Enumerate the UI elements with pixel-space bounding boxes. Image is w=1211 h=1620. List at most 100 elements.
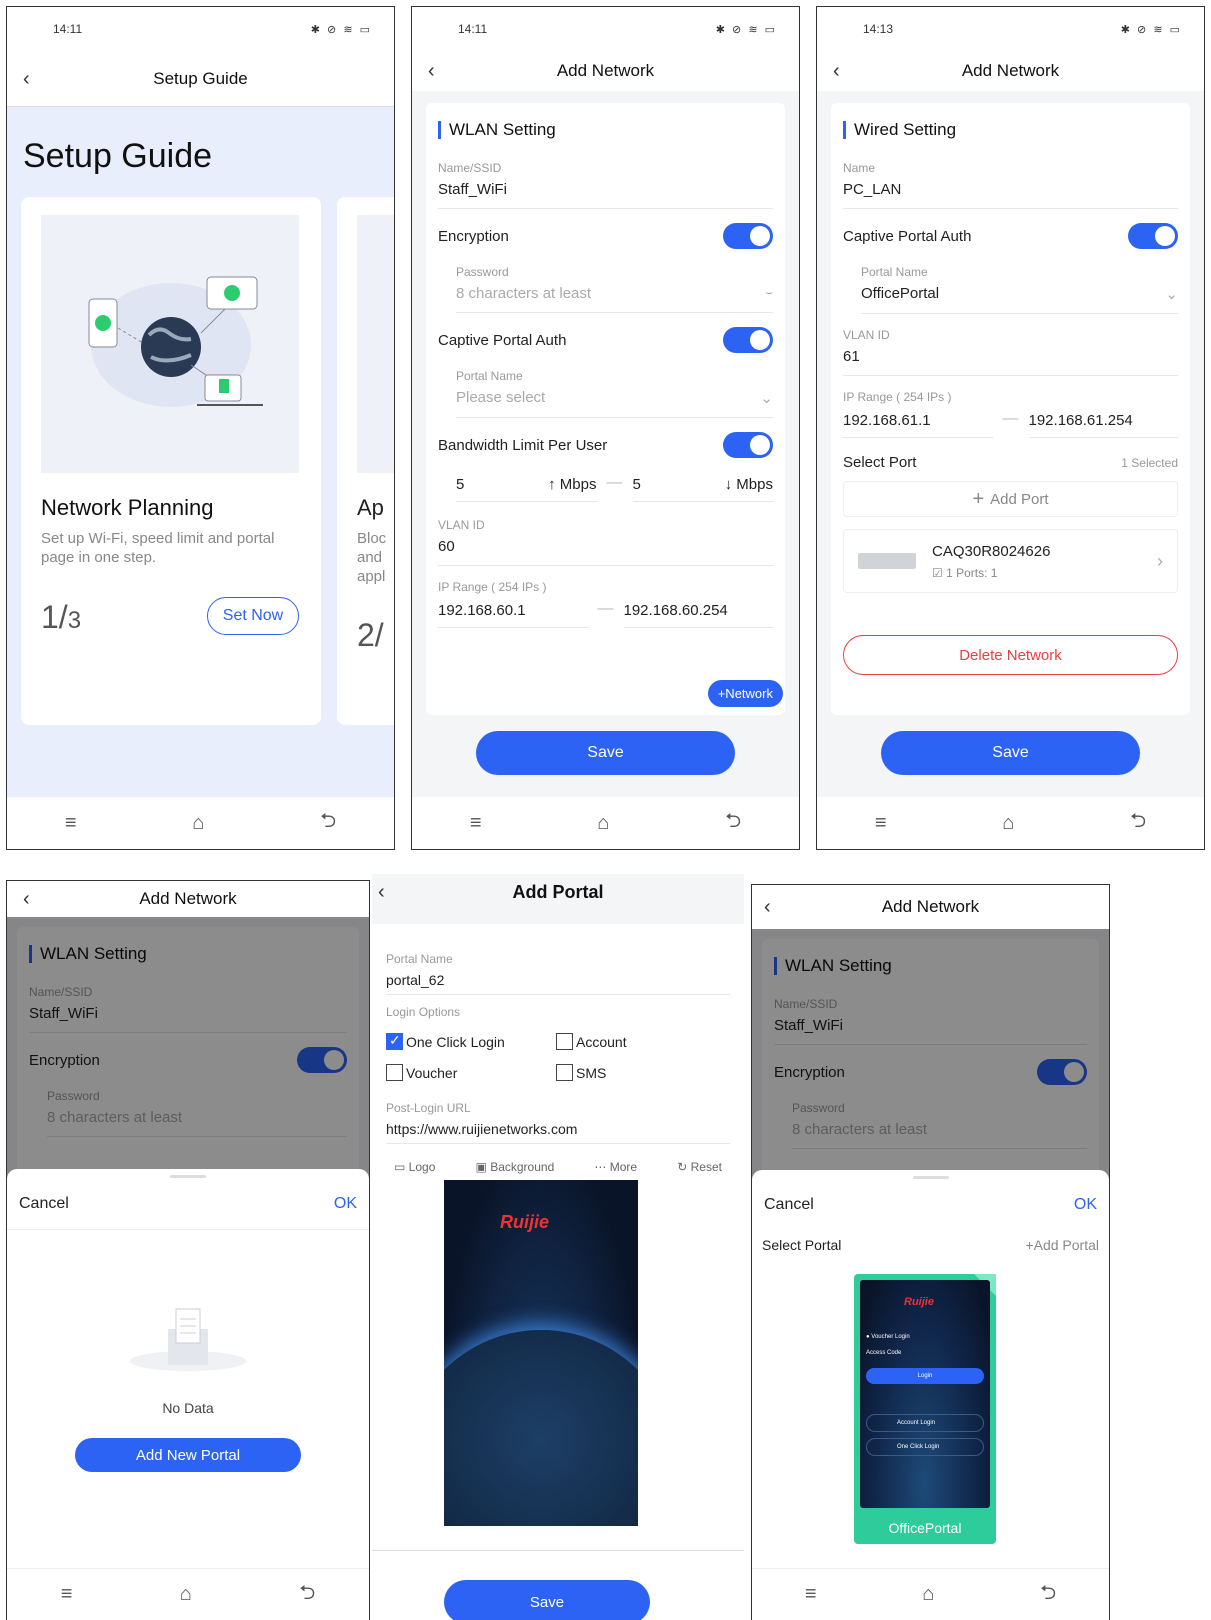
back-arrow-icon[interactable]: ‹ bbox=[23, 51, 30, 107]
back-arrow-icon[interactable]: ‹ bbox=[23, 881, 30, 917]
ok-button[interactable]: OK bbox=[1074, 1196, 1097, 1214]
portal-select[interactable]: OfficePortal ⌄ bbox=[861, 285, 1178, 314]
bandwidth-range: 5 ↑ Mbps — 5 ↓ Mbps bbox=[438, 474, 773, 502]
ip-start-field[interactable]: 192.168.60.1 bbox=[438, 602, 588, 628]
account-option[interactable]: Account bbox=[556, 1033, 726, 1050]
dim-overlay[interactable] bbox=[7, 917, 369, 1191]
password-label: Password bbox=[456, 265, 509, 279]
add-new-portal-button[interactable]: Add New Portal bbox=[75, 1438, 301, 1472]
status-bar: 14:11 ✱ ⊘ ≋ ▭ bbox=[7, 7, 394, 51]
select-port-label: Select Port bbox=[843, 454, 917, 471]
back-icon[interactable]: ⮌ bbox=[1130, 806, 1146, 840]
portal-name-field[interactable]: portal_62 bbox=[386, 972, 730, 995]
delete-network-button[interactable]: Delete Network bbox=[843, 635, 1178, 675]
home-icon[interactable]: ⌂ bbox=[180, 1583, 192, 1606]
menu-icon[interactable]: ≡ bbox=[65, 812, 77, 835]
ssid-label: Name/SSID bbox=[438, 161, 502, 175]
logo-tool[interactable]: ▭ Logo bbox=[394, 1160, 435, 1174]
vlan-field[interactable]: 60 bbox=[438, 538, 773, 566]
back-arrow-icon[interactable]: ‹ bbox=[378, 874, 385, 910]
back-icon[interactable]: ⮌ bbox=[299, 1578, 315, 1612]
header: ‹ Add Network bbox=[412, 51, 799, 91]
access-code-label: Access Code bbox=[866, 1350, 902, 1356]
background-tool[interactable]: ▣ Background bbox=[476, 1160, 555, 1174]
ssid-field[interactable]: Staff_WiFi bbox=[438, 181, 773, 209]
vlan-label: VLAN ID bbox=[843, 328, 890, 342]
home-icon[interactable]: ⌂ bbox=[1002, 812, 1014, 835]
save-button[interactable]: Save bbox=[476, 731, 735, 775]
save-button[interactable]: Save bbox=[444, 1580, 650, 1620]
network-planning-card[interactable]: Network Planning Set up Wi-Fi, speed lim… bbox=[21, 197, 321, 725]
next-card-peek[interactable]: Ap Bloc and appl 2/ bbox=[337, 197, 394, 725]
encryption-label: Encryption bbox=[438, 227, 509, 245]
captive-portal-label: Captive Portal Auth bbox=[843, 227, 972, 245]
home-icon[interactable]: ⌂ bbox=[922, 1583, 934, 1606]
portal-picker-sheet: Cancel OK No Data Add New Portal bbox=[7, 1169, 369, 1620]
home-icon[interactable]: ⌂ bbox=[192, 812, 204, 835]
download-limit-field[interactable]: 5 ↓ Mbps bbox=[632, 476, 773, 502]
checkbox-checked-icon[interactable] bbox=[386, 1032, 403, 1050]
ok-button[interactable]: OK bbox=[334, 1195, 357, 1213]
dim-overlay[interactable] bbox=[752, 929, 1109, 1185]
system-nav-bar: ≡ ⌂ ⮌ bbox=[817, 797, 1204, 849]
add-network-button[interactable]: +Network bbox=[707, 680, 783, 707]
ip-end-field[interactable]: 192.168.61.254 bbox=[1028, 412, 1178, 438]
back-icon[interactable]: ⮌ bbox=[320, 806, 336, 840]
home-icon[interactable]: ⌂ bbox=[597, 812, 609, 835]
status-icons: ✱ ⊘ ≋ ▭ bbox=[310, 23, 372, 36]
portal-select[interactable]: Please select ⌄ bbox=[456, 389, 773, 418]
back-arrow-icon[interactable]: ‹ bbox=[764, 885, 771, 929]
option-label: Voucher bbox=[406, 1065, 458, 1081]
reset-tool[interactable]: ↻ Reset bbox=[677, 1160, 722, 1174]
back-arrow-icon[interactable]: ‹ bbox=[833, 51, 840, 91]
eye-closed-icon[interactable]: ⌣ bbox=[765, 285, 773, 302]
sheet-header: Cancel OK bbox=[752, 1179, 1109, 1231]
portal-card-officeportal[interactable]: Ruijie ● Voucher Login Access Code Login… bbox=[854, 1274, 996, 1544]
more-tool[interactable]: ⋯ More bbox=[594, 1160, 637, 1174]
captive-portal-label: Captive Portal Auth bbox=[438, 331, 567, 349]
name-field[interactable]: PC_LAN bbox=[843, 181, 1178, 209]
portal-value: OfficePortal bbox=[861, 285, 940, 302]
chevron-down-icon: ⌄ bbox=[760, 390, 773, 407]
ip-range: 192.168.60.1 — 192.168.60.254 bbox=[438, 600, 773, 628]
captive-portal-toggle[interactable] bbox=[723, 327, 773, 353]
upload-limit-field[interactable]: 5 ↑ Mbps bbox=[456, 476, 597, 502]
add-portal-link[interactable]: +Add Portal bbox=[1025, 1237, 1099, 1253]
back-arrow-icon[interactable]: ‹ bbox=[428, 51, 435, 91]
captive-portal-toggle[interactable] bbox=[1128, 223, 1178, 249]
menu-icon[interactable]: ≡ bbox=[875, 812, 887, 835]
checkbox-icon[interactable] bbox=[386, 1064, 403, 1081]
checkbox-icon[interactable] bbox=[556, 1064, 573, 1081]
cancel-button[interactable]: Cancel bbox=[764, 1196, 814, 1214]
menu-icon[interactable]: ≡ bbox=[470, 812, 482, 835]
back-icon[interactable]: ⮌ bbox=[1040, 1578, 1056, 1612]
bandwidth-toggle[interactable] bbox=[723, 432, 773, 458]
menu-icon[interactable]: ≡ bbox=[805, 1583, 817, 1606]
one-click-login-option[interactable]: One Click Login bbox=[386, 1032, 556, 1050]
password-field[interactable]: 8 characters at least ⌣ bbox=[456, 285, 773, 313]
device-item[interactable]: CAQ30R8024626 ☑ 1 Ports: 1 › bbox=[843, 529, 1178, 593]
bandwidth-label: Bandwidth Limit Per User bbox=[438, 436, 608, 454]
save-button[interactable]: Save bbox=[881, 731, 1140, 775]
voucher-option[interactable]: Voucher bbox=[386, 1064, 556, 1081]
select-portal-row: Select Portal +Add Portal bbox=[752, 1237, 1109, 1253]
option-label: Account bbox=[576, 1034, 627, 1050]
tool-label: Logo bbox=[408, 1160, 436, 1174]
login-options: One Click Login Account Voucher SMS bbox=[386, 1032, 730, 1081]
header: ‹ Add Network bbox=[7, 881, 369, 917]
encryption-toggle[interactable] bbox=[723, 223, 773, 249]
checkbox-icon[interactable] bbox=[556, 1033, 573, 1050]
cancel-button[interactable]: Cancel bbox=[19, 1195, 69, 1213]
header: ‹ Add Portal bbox=[372, 874, 744, 924]
ip-end-field[interactable]: 192.168.60.254 bbox=[623, 602, 773, 628]
ip-start-field[interactable]: 192.168.61.1 bbox=[843, 412, 993, 438]
post-login-url-field[interactable]: https://www.ruijienetworks.com bbox=[386, 1121, 730, 1144]
section-title: Wired Setting bbox=[843, 121, 1178, 139]
menu-icon[interactable]: ≡ bbox=[61, 1583, 73, 1606]
vlan-field[interactable]: 61 bbox=[843, 348, 1178, 376]
ip-range-label: IP Range ( 254 IPs ) bbox=[843, 390, 952, 404]
back-icon[interactable]: ⮌ bbox=[725, 806, 741, 840]
sms-option[interactable]: SMS bbox=[556, 1064, 726, 1081]
set-now-button[interactable]: Set Now bbox=[207, 597, 299, 635]
add-port-button[interactable]: + Add Port bbox=[843, 481, 1178, 517]
